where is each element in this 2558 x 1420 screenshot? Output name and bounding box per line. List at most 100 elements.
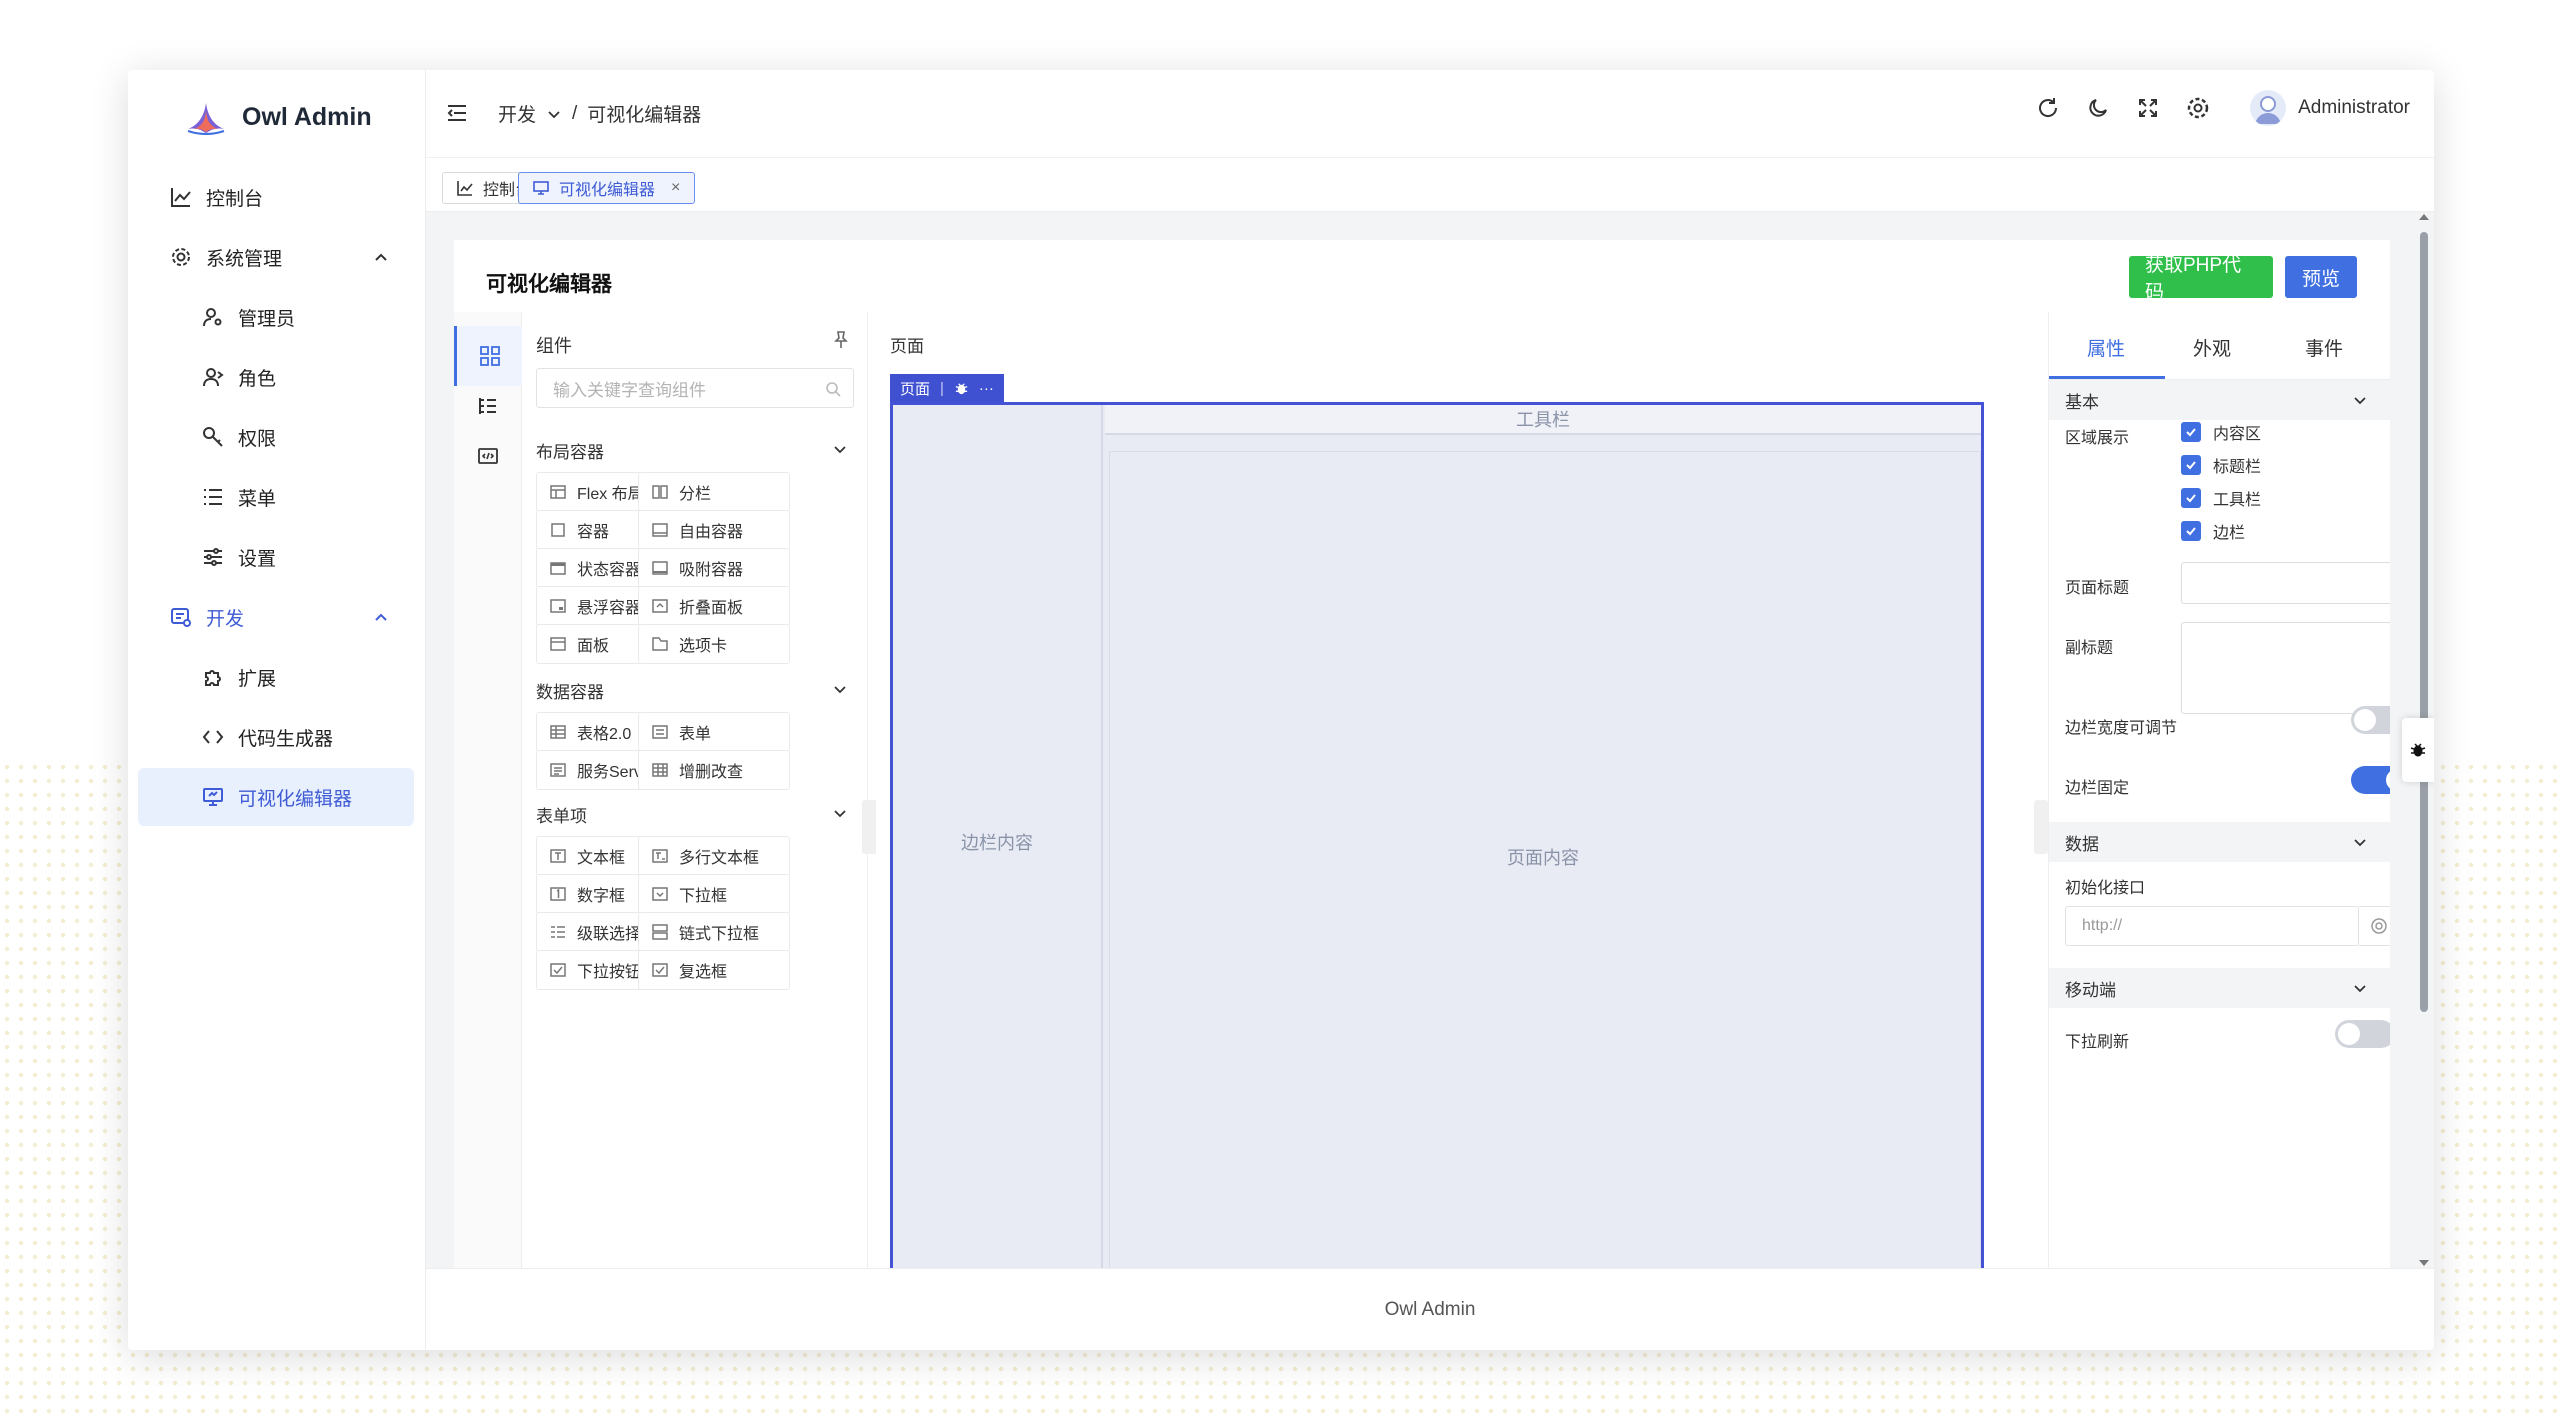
breadcrumb-dev[interactable]: 开发 bbox=[498, 100, 536, 127]
init-api-label: 初始化接口 bbox=[2065, 880, 2146, 897]
component-item[interactable]: 自由容器 bbox=[638, 510, 790, 550]
component-search-input[interactable]: 输入关键字查询组件 bbox=[536, 368, 854, 408]
canvas-title: 页面 bbox=[890, 337, 924, 356]
textarea-icon bbox=[652, 849, 668, 863]
flex-icon bbox=[550, 485, 566, 499]
refresh-icon[interactable] bbox=[2036, 96, 2060, 120]
aside-fixed-toggle[interactable] bbox=[2351, 766, 2390, 794]
tab-appearance[interactable]: 外观 bbox=[2193, 334, 2231, 361]
menu-fold-icon[interactable] bbox=[446, 102, 468, 124]
user-menu[interactable]: Administrator bbox=[2250, 90, 2410, 126]
page-node-tag[interactable]: 页面 | ··· bbox=[890, 374, 1004, 402]
component-item[interactable]: 下拉框 bbox=[638, 874, 790, 914]
breadcrumb-separator: / bbox=[572, 102, 578, 124]
group-layout-container[interactable]: 布局容器 bbox=[536, 438, 854, 463]
more-icon[interactable]: ··· bbox=[979, 380, 994, 397]
scroll-down-icon[interactable] bbox=[2418, 1258, 2430, 1268]
sidebar-item-system[interactable]: 系统管理 bbox=[138, 228, 414, 286]
group-title: 布局容器 bbox=[536, 443, 604, 462]
sidebar-item-admins[interactable]: 管理员 bbox=[138, 288, 414, 346]
sidebar-item-roles[interactable]: 角色 bbox=[138, 348, 414, 406]
tab-visual-editor[interactable]: 可视化编辑器 × bbox=[518, 172, 696, 204]
page-frame[interactable]: 边栏内容 工具栏 页面内容 bbox=[890, 402, 1984, 1268]
component-item[interactable]: 链式下拉框 bbox=[638, 912, 790, 952]
component-item[interactable]: 表单 bbox=[638, 712, 790, 752]
monitor-icon bbox=[202, 786, 224, 808]
sidebar-item-permissions[interactable]: 权限 bbox=[138, 408, 414, 466]
sidebar-item-label: 扩展 bbox=[238, 668, 277, 690]
body-placeholder: 页面内容 bbox=[1507, 848, 1579, 868]
select-icon bbox=[652, 887, 668, 901]
crud-icon bbox=[652, 763, 668, 777]
fullscreen-icon[interactable] bbox=[2136, 96, 2160, 120]
chevron-down-icon[interactable] bbox=[546, 106, 562, 122]
tab-properties[interactable]: 属性 bbox=[2087, 334, 2125, 361]
search-placeholder: 输入关键字查询组件 bbox=[553, 380, 706, 400]
section-mobile[interactable]: 移动端 bbox=[2049, 968, 2390, 1008]
component-label: 分栏 bbox=[679, 486, 712, 503]
pull-refresh-toggle[interactable] bbox=[2335, 1020, 2390, 1048]
sidebar-item-menus[interactable]: 菜单 bbox=[138, 468, 414, 526]
component-item[interactable]: 复选框 bbox=[638, 950, 790, 990]
editor-tool-column bbox=[454, 312, 522, 1268]
sidebar-item-dev[interactable]: 开发 bbox=[138, 588, 414, 646]
scrollbar-thumb[interactable] bbox=[2420, 232, 2428, 1012]
toggle-knob bbox=[2354, 709, 2376, 731]
checkbox-content[interactable]: 内容区 bbox=[2181, 420, 2261, 444]
toolbar-region[interactable]: 工具栏 bbox=[1105, 405, 1981, 435]
group-data-container[interactable]: 数据容器 bbox=[536, 678, 854, 703]
api-settings-icon[interactable] bbox=[2359, 906, 2390, 946]
aside-placeholder: 边栏内容 bbox=[961, 833, 1033, 853]
checkbox-title-bar[interactable]: 标题栏 bbox=[2181, 453, 2261, 477]
component-label: 吸附容器 bbox=[679, 562, 744, 579]
section-data[interactable]: 数据 bbox=[2049, 822, 2390, 862]
page-title-label: 页面标题 bbox=[2065, 580, 2130, 597]
component-item[interactable]: 分栏 bbox=[638, 472, 790, 512]
checkbox-aside[interactable]: 边栏 bbox=[2181, 519, 2245, 543]
settings-icon[interactable] bbox=[2186, 96, 2210, 120]
sidebar-item-settings[interactable]: 设置 bbox=[138, 528, 414, 586]
checkbox-toolbar[interactable]: 工具栏 bbox=[2181, 486, 2261, 510]
logo[interactable]: Owl Admin bbox=[184, 92, 372, 142]
group-form-items[interactable]: 表单项 bbox=[536, 802, 854, 827]
user-name: Administrator bbox=[2298, 97, 2410, 118]
columns-icon bbox=[652, 485, 668, 499]
preview-button[interactable]: 预览 bbox=[2285, 256, 2357, 298]
gear-icon bbox=[170, 246, 192, 268]
component-item[interactable]: 选项卡 bbox=[638, 624, 790, 664]
toolbar-placeholder: 工具栏 bbox=[1516, 410, 1570, 430]
aside-region[interactable]: 边栏内容 bbox=[893, 405, 1103, 1268]
dark-mode-icon[interactable] bbox=[2086, 96, 2110, 120]
component-label: 选项卡 bbox=[679, 638, 728, 655]
collapse-right-handle[interactable] bbox=[2034, 800, 2048, 854]
pin-icon[interactable] bbox=[831, 330, 851, 350]
bug-icon[interactable] bbox=[954, 381, 969, 396]
component-item[interactable]: 多行文本框 bbox=[638, 836, 790, 876]
sidebar-item-codegen[interactable]: 代码生成器 bbox=[138, 708, 414, 766]
section-basic[interactable]: 基本 bbox=[2049, 380, 2390, 420]
sidebar-item-visual-editor[interactable]: 可视化编辑器 bbox=[138, 768, 414, 826]
checkbox-label: 工具栏 bbox=[2213, 492, 2262, 509]
component-label: 多行文本框 bbox=[679, 850, 760, 867]
init-api-input[interactable]: http:// bbox=[2065, 906, 2359, 946]
component-item[interactable]: 折叠面板 bbox=[638, 586, 790, 626]
subtitle-textarea[interactable] bbox=[2181, 622, 2390, 714]
code-view-icon[interactable] bbox=[454, 426, 522, 486]
component-item[interactable]: 吸附容器 bbox=[638, 548, 790, 588]
free-container-icon bbox=[652, 523, 668, 537]
tab-close-icon[interactable]: × bbox=[671, 179, 680, 197]
dropdown-button-icon bbox=[550, 963, 566, 977]
body-region[interactable]: 页面内容 bbox=[1105, 435, 1981, 1268]
component-label: 面板 bbox=[577, 638, 610, 655]
sidebar-item-extensions[interactable]: 扩展 bbox=[138, 648, 414, 706]
float-container-icon bbox=[550, 599, 566, 613]
component-item[interactable]: 增删改查 bbox=[638, 750, 790, 790]
tab-events[interactable]: 事件 bbox=[2305, 334, 2343, 361]
debug-bug-icon[interactable] bbox=[2402, 718, 2434, 782]
sidebar-item-dashboard[interactable]: 控制台 bbox=[138, 168, 414, 226]
scroll-up-icon[interactable] bbox=[2418, 212, 2430, 222]
get-php-code-button[interactable]: 获取PHP代码 bbox=[2129, 255, 2273, 303]
aside-resize-toggle[interactable] bbox=[2351, 706, 2390, 734]
page-title-input[interactable] bbox=[2181, 562, 2390, 604]
service-icon bbox=[550, 763, 566, 777]
